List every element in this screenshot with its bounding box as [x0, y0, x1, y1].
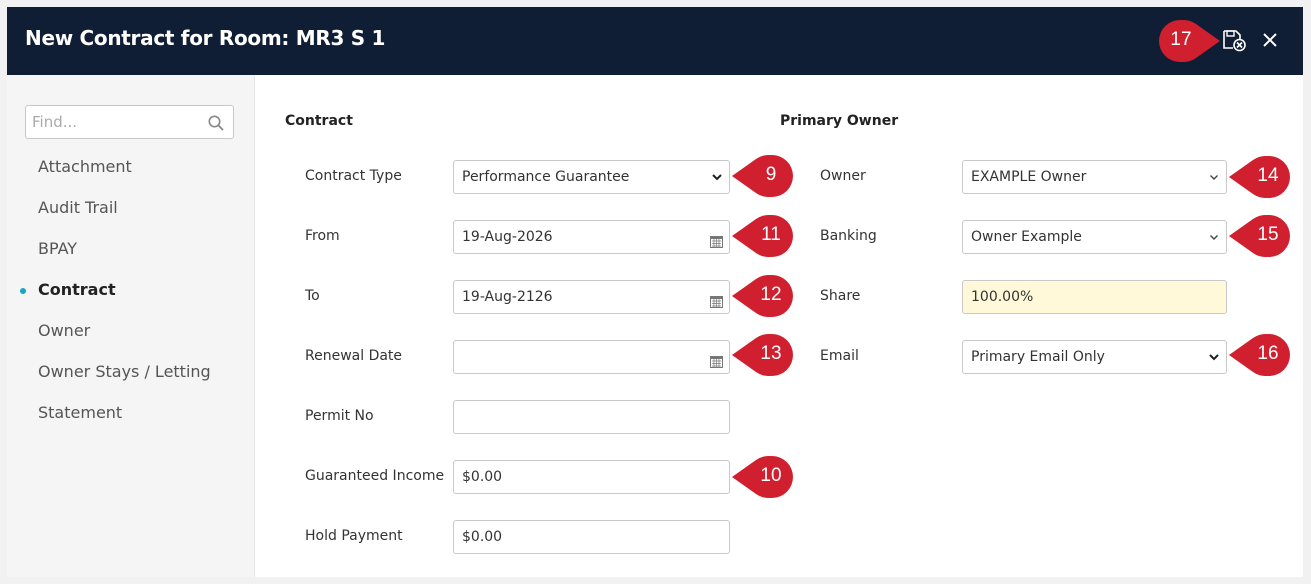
new-contract-dialog: New Contract for Room: MR3 S 1 Find... A… — [7, 7, 1303, 577]
save-button[interactable] — [1219, 29, 1249, 55]
from-label: From — [305, 228, 340, 244]
chevron-down-icon — [1208, 351, 1220, 363]
permit-no-input[interactable] — [453, 400, 730, 434]
contract-section-title: Contract — [285, 113, 353, 129]
sidebar-item-label: Owner — [38, 321, 91, 340]
from-date-value: 19-Aug-2026 — [462, 229, 553, 245]
callout-marker-11: 11 — [730, 215, 794, 257]
sidebar-item-bpay[interactable]: BPAY — [7, 237, 255, 278]
owner-label: Owner — [820, 168, 866, 184]
callout-marker-9: 9 — [730, 155, 794, 197]
email-select[interactable]: Primary Email Only — [962, 340, 1227, 374]
sidebar-item-label: BPAY — [38, 239, 78, 258]
callout-number: 12 — [760, 284, 782, 305]
sidebar: Attachment Audit Trail BPAY Contract Own… — [7, 75, 255, 577]
callout-marker-12: 12 — [730, 275, 794, 317]
sidebar-item-contract[interactable]: Contract — [7, 278, 255, 319]
sidebar-nav: Attachment Audit Trail BPAY Contract Own… — [7, 155, 255, 442]
find-box — [25, 105, 234, 139]
callout-marker-10: 10 — [730, 456, 794, 498]
contract-type-select[interactable]: Performance Guarantee — [453, 160, 730, 194]
renewal-date-input[interactable] — [453, 340, 730, 374]
to-date-value: 19-Aug-2126 — [462, 289, 553, 305]
sidebar-item-statement[interactable]: Statement — [7, 401, 255, 442]
hold-payment-label: Hold Payment — [305, 528, 403, 544]
hold-payment-input[interactable]: $0.00 — [453, 520, 730, 554]
share-input[interactable]: 100.00% — [962, 280, 1227, 314]
owner-value: EXAMPLE Owner — [971, 169, 1087, 185]
sidebar-item-audit-trail[interactable]: Audit Trail — [7, 196, 255, 237]
sidebar-item-attachment[interactable]: Attachment — [7, 155, 255, 196]
share-value: 100.00% — [971, 289, 1034, 305]
search-icon[interactable] — [207, 114, 225, 132]
callout-marker-14: 14 — [1227, 156, 1291, 198]
to-date-input[interactable]: 19-Aug-2126 — [453, 280, 730, 314]
guaranteed-income-input[interactable]: $0.00 — [453, 460, 730, 494]
to-label: To — [305, 288, 320, 304]
callout-number: 10 — [760, 465, 782, 486]
banking-select[interactable]: Owner Example — [962, 220, 1227, 254]
callout-number: 9 — [765, 164, 777, 185]
guaranteed-income-value: $0.00 — [462, 469, 503, 485]
dialog-title: New Contract for Room: MR3 S 1 — [25, 26, 386, 50]
callout-marker-17: 17 — [1158, 20, 1222, 63]
callout-marker-15: 15 — [1227, 215, 1291, 257]
find-input[interactable] — [32, 112, 202, 132]
dialog-header: New Contract for Room: MR3 S 1 — [7, 7, 1303, 75]
email-value: Primary Email Only — [971, 349, 1105, 365]
active-indicator-dot — [20, 288, 26, 294]
sidebar-item-owner-stays-letting[interactable]: Owner Stays / Letting — [7, 360, 255, 401]
contract-type-value: Performance Guarantee — [462, 169, 630, 185]
share-label: Share — [820, 288, 861, 304]
calendar-icon[interactable] — [710, 355, 723, 368]
calendar-icon[interactable] — [710, 235, 723, 248]
email-label: Email — [820, 348, 859, 364]
sidebar-item-label: Statement — [38, 403, 123, 422]
save-cancel-icon — [1221, 28, 1247, 56]
renewal-date-label: Renewal Date — [305, 348, 403, 364]
close-button[interactable] — [1257, 29, 1283, 55]
from-date-input[interactable]: 19-Aug-2026 — [453, 220, 730, 254]
close-icon — [1262, 32, 1278, 52]
sidebar-item-label: Attachment — [38, 157, 132, 176]
callout-number: 16 — [1257, 343, 1279, 364]
banking-value: Owner Example — [971, 229, 1082, 245]
hold-payment-value: $0.00 — [462, 529, 503, 545]
chevron-down-icon — [1208, 231, 1220, 243]
callout-marker-13: 13 — [730, 334, 794, 376]
chevron-down-icon — [1208, 171, 1220, 183]
callout-marker-16: 16 — [1227, 334, 1291, 376]
callout-number: 13 — [760, 343, 782, 364]
permit-no-label: Permit No — [305, 408, 374, 424]
sidebar-item-owner[interactable]: Owner — [7, 319, 255, 360]
sidebar-item-label: Audit Trail — [38, 198, 118, 217]
chevron-down-icon — [711, 171, 723, 183]
sidebar-item-label: Owner Stays / Letting — [38, 362, 211, 381]
callout-number: 17 — [1170, 29, 1192, 50]
banking-label: Banking — [820, 228, 877, 244]
callout-number: 15 — [1257, 224, 1279, 245]
calendar-icon[interactable] — [710, 295, 723, 308]
owner-select[interactable]: EXAMPLE Owner — [962, 160, 1227, 194]
sidebar-item-label: Contract — [38, 280, 116, 299]
primary-owner-section-title: Primary Owner — [780, 113, 899, 129]
callout-number: 11 — [761, 224, 781, 245]
contract-form: Contract Primary Owner Contract Type Fro… — [256, 75, 1303, 577]
guaranteed-income-label: Guaranteed Income — [305, 468, 445, 484]
callout-number: 14 — [1257, 165, 1279, 186]
screenshot-frame: New Contract for Room: MR3 S 1 Find... A… — [0, 0, 1311, 584]
contract-type-label: Contract Type — [305, 168, 402, 184]
